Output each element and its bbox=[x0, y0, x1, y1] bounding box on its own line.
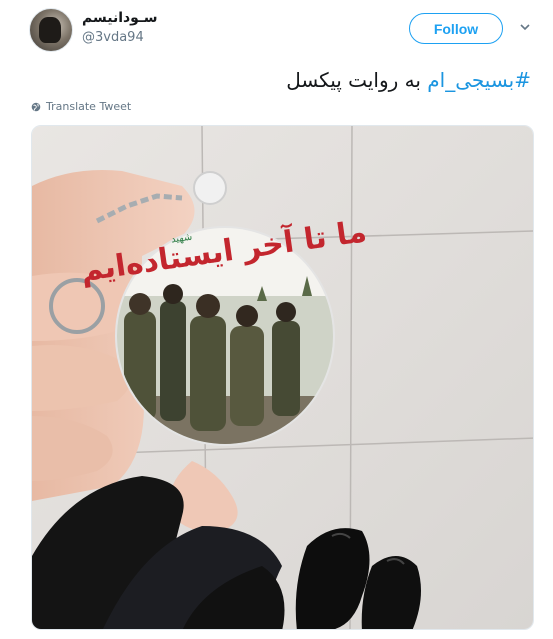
chevron-down-icon[interactable] bbox=[518, 20, 532, 34]
avatar[interactable] bbox=[29, 8, 73, 52]
tweet-text-body: به روایت پیکسل bbox=[286, 68, 428, 92]
photo-illustration: ما تا آخر ایستاده‌ایم شهید bbox=[32, 126, 533, 629]
globe-icon bbox=[31, 102, 41, 111]
translate-label: Translate Tweet bbox=[46, 100, 132, 113]
display-name[interactable]: سـودانیسم bbox=[82, 10, 158, 26]
tweet-text: #بسیجی_ام به روایت پیکسل bbox=[286, 68, 531, 92]
tweet-photo[interactable]: ما تا آخر ایستاده‌ایم شهید bbox=[31, 125, 534, 630]
follow-button[interactable]: Follow bbox=[409, 13, 503, 44]
user-handle[interactable]: @3vda94 bbox=[82, 30, 144, 45]
translate-tweet-link[interactable]: Translate Tweet bbox=[31, 100, 131, 113]
hashtag-link[interactable]: #بسیجی_ام bbox=[427, 68, 531, 92]
